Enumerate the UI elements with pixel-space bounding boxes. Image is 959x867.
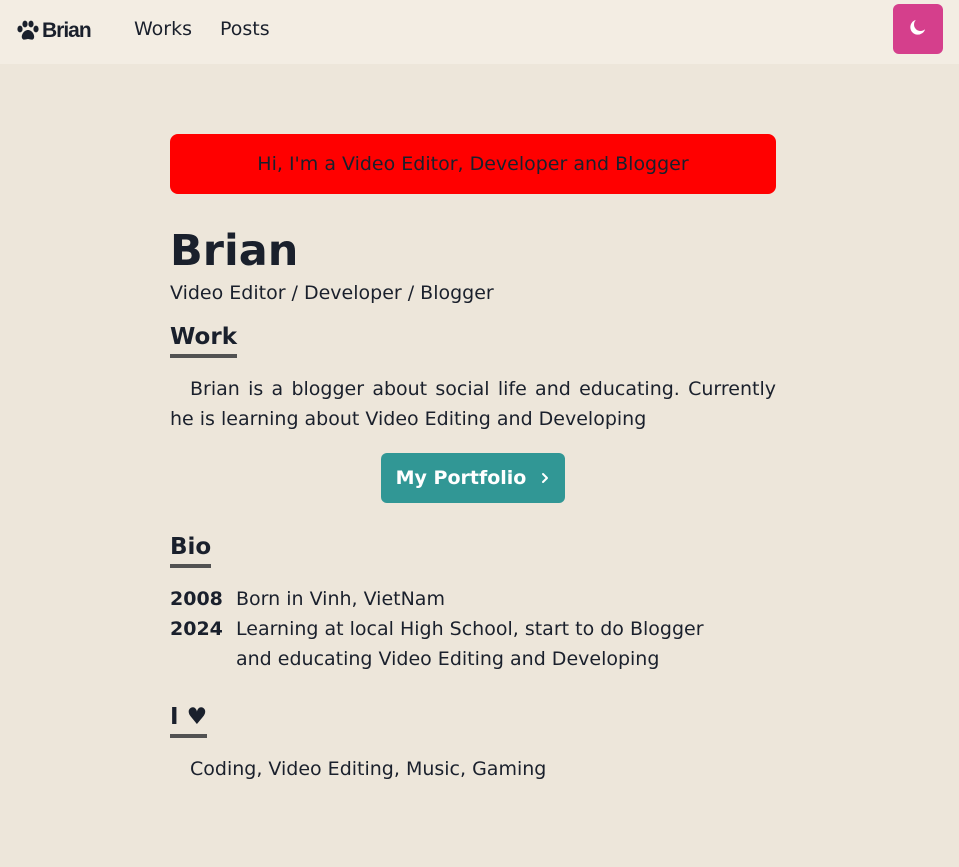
bio-text: Born in Vinh, VietNam: [236, 588, 445, 610]
moon-icon: [908, 17, 928, 41]
bio-year: 2024: [170, 618, 223, 640]
navbar: Brian Works Posts: [0, 0, 959, 64]
bio-text: Learning at local High School, start to …: [236, 618, 704, 670]
page-title: Brian: [170, 226, 299, 276]
nav-link-works[interactable]: Works: [134, 18, 192, 40]
chevron-right-icon: [540, 467, 550, 489]
subtitle: Video Editor / Developer / Blogger: [170, 282, 494, 304]
greeting-banner: Hi, I'm a Video Editor, Developer and Bl…: [170, 134, 776, 194]
portfolio-button-label: My Portfolio: [395, 467, 527, 489]
bio-heading: Bio: [170, 534, 212, 568]
work-paragraph: Brian is a blogger about social life and…: [170, 378, 776, 430]
nav-link-posts[interactable]: Posts: [220, 18, 270, 40]
bio-entry: 2024 Learning at local High School, star…: [170, 614, 790, 674]
portfolio-button[interactable]: My Portfolio: [381, 453, 565, 503]
theme-toggle-button[interactable]: [893, 4, 943, 54]
paw-icon: [16, 20, 40, 42]
work-heading: Work: [170, 324, 237, 358]
greeting-text: Hi, I'm a Video Editor, Developer and Bl…: [257, 153, 689, 175]
bio-year: 2008: [170, 588, 223, 610]
logo-text: Brian: [42, 19, 92, 42]
love-text: Coding, Video Editing, Music, Gaming: [190, 758, 547, 780]
bio-entry: 2008 Born in Vinh, VietNam: [170, 584, 790, 614]
logo-link[interactable]: Brian: [16, 19, 92, 43]
love-heading: I ♥: [170, 704, 208, 738]
